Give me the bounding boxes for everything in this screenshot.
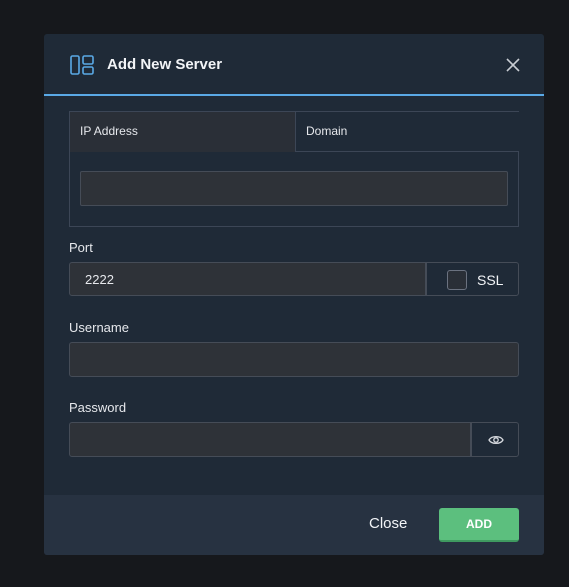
username-label: Username xyxy=(69,320,129,335)
add-server-dialog: Add New Server IP Address Domain Port SS… xyxy=(44,34,544,555)
dialog-header: Add New Server xyxy=(44,34,544,96)
ssl-toggle[interactable]: SSL xyxy=(426,262,519,296)
address-type-tabs: IP Address Domain xyxy=(69,111,519,227)
eye-icon xyxy=(488,435,504,445)
close-icon[interactable] xyxy=(504,56,522,74)
password-input[interactable] xyxy=(69,422,471,457)
dialog-footer: Close ADD xyxy=(44,495,544,555)
port-input[interactable] xyxy=(69,262,426,296)
add-button[interactable]: ADD xyxy=(439,508,519,542)
dialog-title: Add New Server xyxy=(107,56,223,73)
server-layout-icon xyxy=(70,55,94,75)
address-input[interactable] xyxy=(80,171,508,206)
password-label: Password xyxy=(69,400,127,415)
ssl-label: SSL xyxy=(477,272,504,288)
username-input[interactable] xyxy=(69,342,519,377)
ssl-checkbox[interactable] xyxy=(447,270,467,290)
tab-ip-address[interactable]: IP Address xyxy=(70,112,295,152)
tab-domain[interactable]: Domain xyxy=(295,112,519,152)
show-password-button[interactable] xyxy=(471,422,519,457)
close-button[interactable]: Close xyxy=(369,515,407,532)
port-label: Port xyxy=(69,240,93,255)
